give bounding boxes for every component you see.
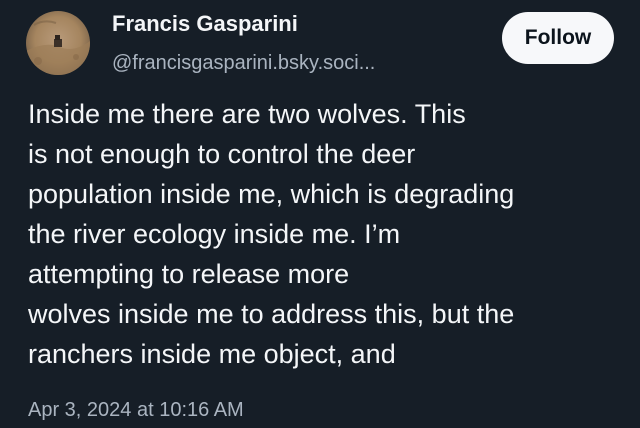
post-text-line: wolves inside me to address this, but th… bbox=[28, 299, 515, 329]
post-card: Francis Gasparini @francisgasparini.bsky… bbox=[0, 0, 640, 428]
profile-photo-icon bbox=[26, 11, 90, 75]
post-text-line: population inside me, which is degrading bbox=[28, 179, 515, 209]
post-text-line: Inside me there are two wolves. This bbox=[28, 99, 466, 129]
author-handle[interactable]: @francisgasparini.bsky.soci... bbox=[112, 51, 375, 75]
post-text-line: is not enough to control the deer bbox=[28, 139, 416, 169]
post-timestamp[interactable]: Apr 3, 2024 at 10:16 AM bbox=[28, 397, 244, 423]
post-text-line: the river ecology inside me. I’m bbox=[28, 219, 401, 249]
author-display-name[interactable]: Francis Gasparini bbox=[112, 10, 298, 38]
follow-button[interactable]: Follow bbox=[502, 12, 614, 64]
post-text-line: attempting to release more bbox=[28, 259, 350, 289]
post-text-line: ranchers inside me object, and bbox=[28, 339, 396, 369]
author-avatar[interactable] bbox=[26, 11, 90, 75]
post-text: Inside me there are two wolves. This is … bbox=[28, 94, 628, 374]
